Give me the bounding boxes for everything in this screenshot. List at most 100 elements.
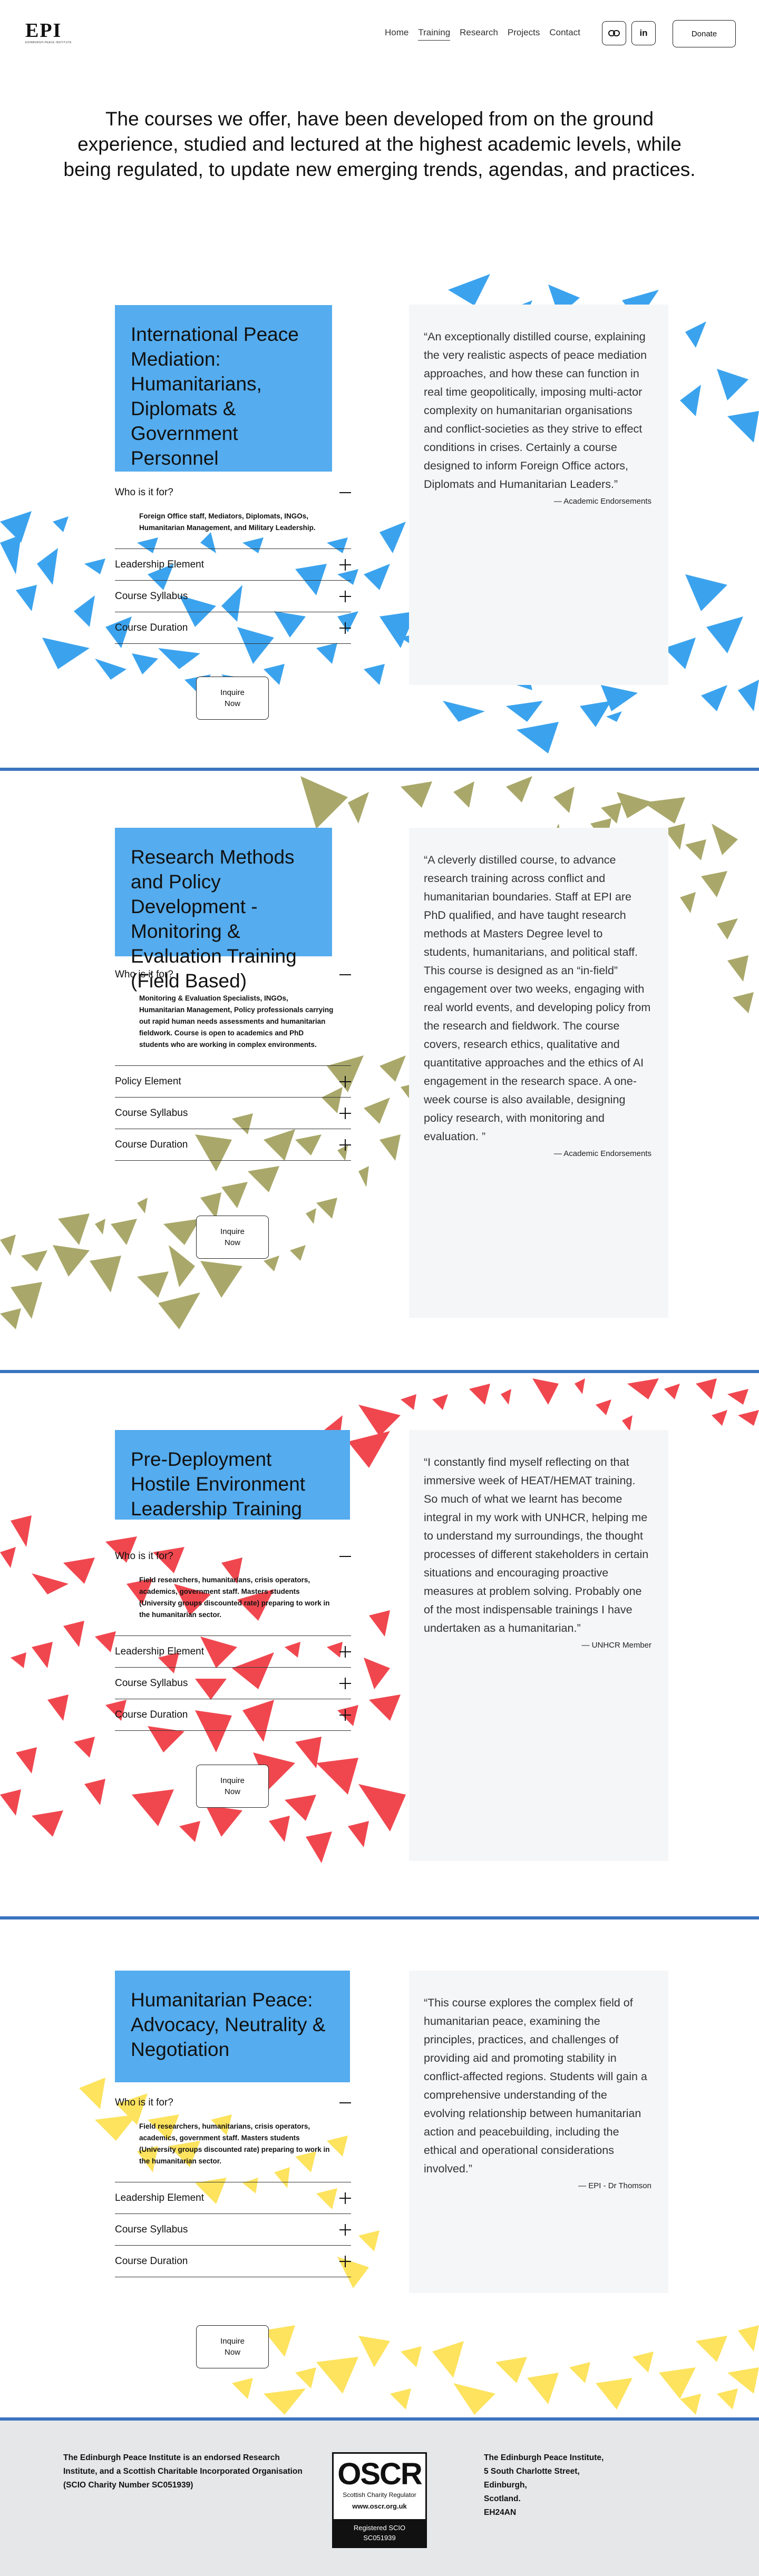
accordion-label: Course Duration <box>115 1139 188 1150</box>
course-title: Pre-Deployment Hostile Environment Leade… <box>131 1448 306 1520</box>
oscr-url: www.oscr.org.uk <box>352 2502 407 2510</box>
accordion-label: Who is it for? <box>115 487 173 498</box>
accordion-leadership-element[interactable]: Leadership Element <box>115 1636 351 1668</box>
inquire-now-button[interactable]: Inquire Now <box>196 2325 269 2368</box>
site-footer: The Edinburgh Peace Institute is an endo… <box>0 2421 759 2576</box>
inquire-now-button[interactable]: Inquire Now <box>196 1765 269 1808</box>
course-section-1: International Peace Mediation: Humanitar… <box>0 248 759 771</box>
accordion-course-duration[interactable]: Course Duration <box>115 1129 351 1161</box>
accordion-label: Leadership Element <box>115 2192 204 2203</box>
linkedin-icon: in <box>639 28 648 38</box>
plus-icon <box>339 1107 351 1119</box>
oscr-subtitle: Scottish Charity Regulator <box>343 2491 416 2499</box>
minus-icon <box>339 2097 351 2109</box>
accordion-leadership-element[interactable]: Leadership Element <box>115 2182 351 2214</box>
accordion-who-for-content: Monitoring & Evaluation Specialists, ING… <box>115 991 351 1066</box>
testimonial-card: “A cleverly distilled course, to advance… <box>409 828 668 1318</box>
linkedin-button[interactable]: in <box>631 21 656 45</box>
accordion-course-syllabus[interactable]: Course Syllabus <box>115 581 351 612</box>
minus-icon <box>339 1551 351 1562</box>
course-title-card: Research Methods and Policy Development … <box>115 828 332 992</box>
nav-contact[interactable]: Contact <box>549 27 580 41</box>
accordion-who-for[interactable]: Who is it for? <box>115 1541 351 1572</box>
oscr-registered-label: Registered SCIO <box>353 2524 406 2532</box>
accordion-who-for-content: Field researchers, humanitarians, crisis… <box>115 1572 351 1636</box>
plus-icon <box>339 1709 351 1721</box>
accordion-policy-element[interactable]: Policy Element <box>115 1066 351 1098</box>
plus-icon <box>339 622 351 634</box>
accordion-who-for[interactable]: Who is it for? <box>115 2087 351 2119</box>
course-section-2: Research Methods and Policy Development … <box>0 771 759 1373</box>
oscr-registration-band: Registered SCIO SC051939 <box>334 2519 425 2546</box>
accordion-who-for[interactable]: Who is it for? <box>115 477 351 508</box>
testimonial-attribution: — EPI - Dr Thomson <box>578 2181 651 2190</box>
accordion-who-for-content: Foreign Office staff, Mediators, Diploma… <box>115 508 351 549</box>
testimonial-card: “I constantly find myself reflecting on … <box>409 1430 668 1861</box>
address-line: EH24AN <box>484 2508 517 2517</box>
course-section-3: Pre-Deployment Hostile Environment Leade… <box>0 1373 759 1919</box>
donate-button[interactable]: Donate <box>673 20 736 47</box>
plus-icon <box>339 1139 351 1151</box>
accordion-leadership-element[interactable]: Leadership Element <box>115 549 351 581</box>
testimonial-quote: “An exceptionally distilled course, expl… <box>424 330 647 491</box>
accordion-course-syllabus[interactable]: Course Syllabus <box>115 1098 351 1129</box>
accordion-label: Leadership Element <box>115 1645 204 1657</box>
accordion-course-syllabus[interactable]: Course Syllabus <box>115 1668 351 1699</box>
accordion-label: Policy Element <box>115 1075 181 1087</box>
address-line: Edinburgh, <box>484 2481 527 2490</box>
plus-icon <box>339 559 351 571</box>
testimonial-attribution: — Academic Endorsements <box>553 1149 651 1158</box>
intro-statement: The courses we offer, have been develope… <box>63 108 696 180</box>
accordion-course-duration[interactable]: Course Duration <box>115 2246 351 2277</box>
nav-training[interactable]: Training <box>418 27 451 41</box>
plus-icon <box>339 1645 351 1658</box>
nav-research[interactable]: Research <box>460 27 498 41</box>
accordion-label: Who is it for? <box>115 1551 173 1562</box>
logo-subtitle: EDINBURGH PEACE INSTITUTE <box>25 41 72 44</box>
accordion-label: Course Duration <box>115 2255 188 2267</box>
accordion-label: Course Syllabus <box>115 2224 188 2235</box>
accordion-course-syllabus[interactable]: Course Syllabus <box>115 2214 351 2246</box>
accordion-label: Course Duration <box>115 1709 188 1720</box>
minus-icon <box>339 487 351 498</box>
accordion-label: Course Duration <box>115 622 188 633</box>
accordion-who-for[interactable]: Who is it for? <box>115 959 351 991</box>
course-accordion: Who is it for? Field researchers, humani… <box>115 2087 351 2277</box>
site-header: EPI EDINBURGH PEACE INSTITUTE Home Train… <box>0 0 759 68</box>
oscr-badge[interactable]: OSCR Scottish Charity Regulator www.oscr… <box>332 2452 427 2548</box>
address-line: Scotland. <box>484 2494 521 2503</box>
course-title: International Peace Mediation: Humanitar… <box>131 324 299 469</box>
course-accordion: Who is it for? Monitoring & Evaluation S… <box>115 959 351 1161</box>
nav-home[interactable]: Home <box>385 27 408 41</box>
course-title-card: Humanitarian Peace: Advocacy, Neutrality… <box>115 1971 350 2082</box>
oscr-title: OSCR <box>337 2457 423 2491</box>
nav-projects[interactable]: Projects <box>508 27 540 41</box>
testimonial-quote: “A cleverly distilled course, to advance… <box>424 854 651 1143</box>
plus-icon <box>339 590 351 602</box>
link-icon <box>608 30 620 36</box>
testimonial-attribution: — UNHCR Member <box>581 1641 651 1650</box>
testimonial-card: “This course explores the complex field … <box>409 1971 668 2293</box>
accordion-label: Who is it for? <box>115 2097 173 2108</box>
address-line: The Edinburgh Peace Institute, <box>484 2453 604 2462</box>
accordion-label: Course Syllabus <box>115 590 188 602</box>
accordion-label: Course Syllabus <box>115 1107 188 1119</box>
accordion-course-duration[interactable]: Course Duration <box>115 1699 351 1731</box>
plus-icon <box>339 2255 351 2267</box>
testimonial-quote: “This course explores the complex field … <box>424 1996 647 2175</box>
course-title: Humanitarian Peace: Advocacy, Neutrality… <box>131 1989 326 2060</box>
address-line: 5 South Charlotte Street, <box>484 2467 580 2476</box>
inquire-now-button[interactable]: Inquire Now <box>196 1216 269 1259</box>
accordion-label: Who is it for? <box>115 969 173 980</box>
inquire-now-button[interactable]: Inquire Now <box>196 677 269 720</box>
course-section-4: Humanitarian Peace: Advocacy, Neutrality… <box>0 1919 759 2421</box>
footer-address: The Edinburgh Peace Institute, 5 South C… <box>484 2451 642 2520</box>
testimonial-card: “An exceptionally distilled course, expl… <box>409 305 668 685</box>
accordion-course-duration[interactable]: Course Duration <box>115 612 351 644</box>
accordion-label: Leadership Element <box>115 559 204 570</box>
plus-icon <box>339 2192 351 2204</box>
minus-icon <box>339 969 351 981</box>
link-button[interactable] <box>602 21 626 45</box>
main-nav: Home Training Research Projects Contact <box>385 27 580 41</box>
site-logo[interactable]: EPI EDINBURGH PEACE INSTITUTE <box>25 20 74 47</box>
